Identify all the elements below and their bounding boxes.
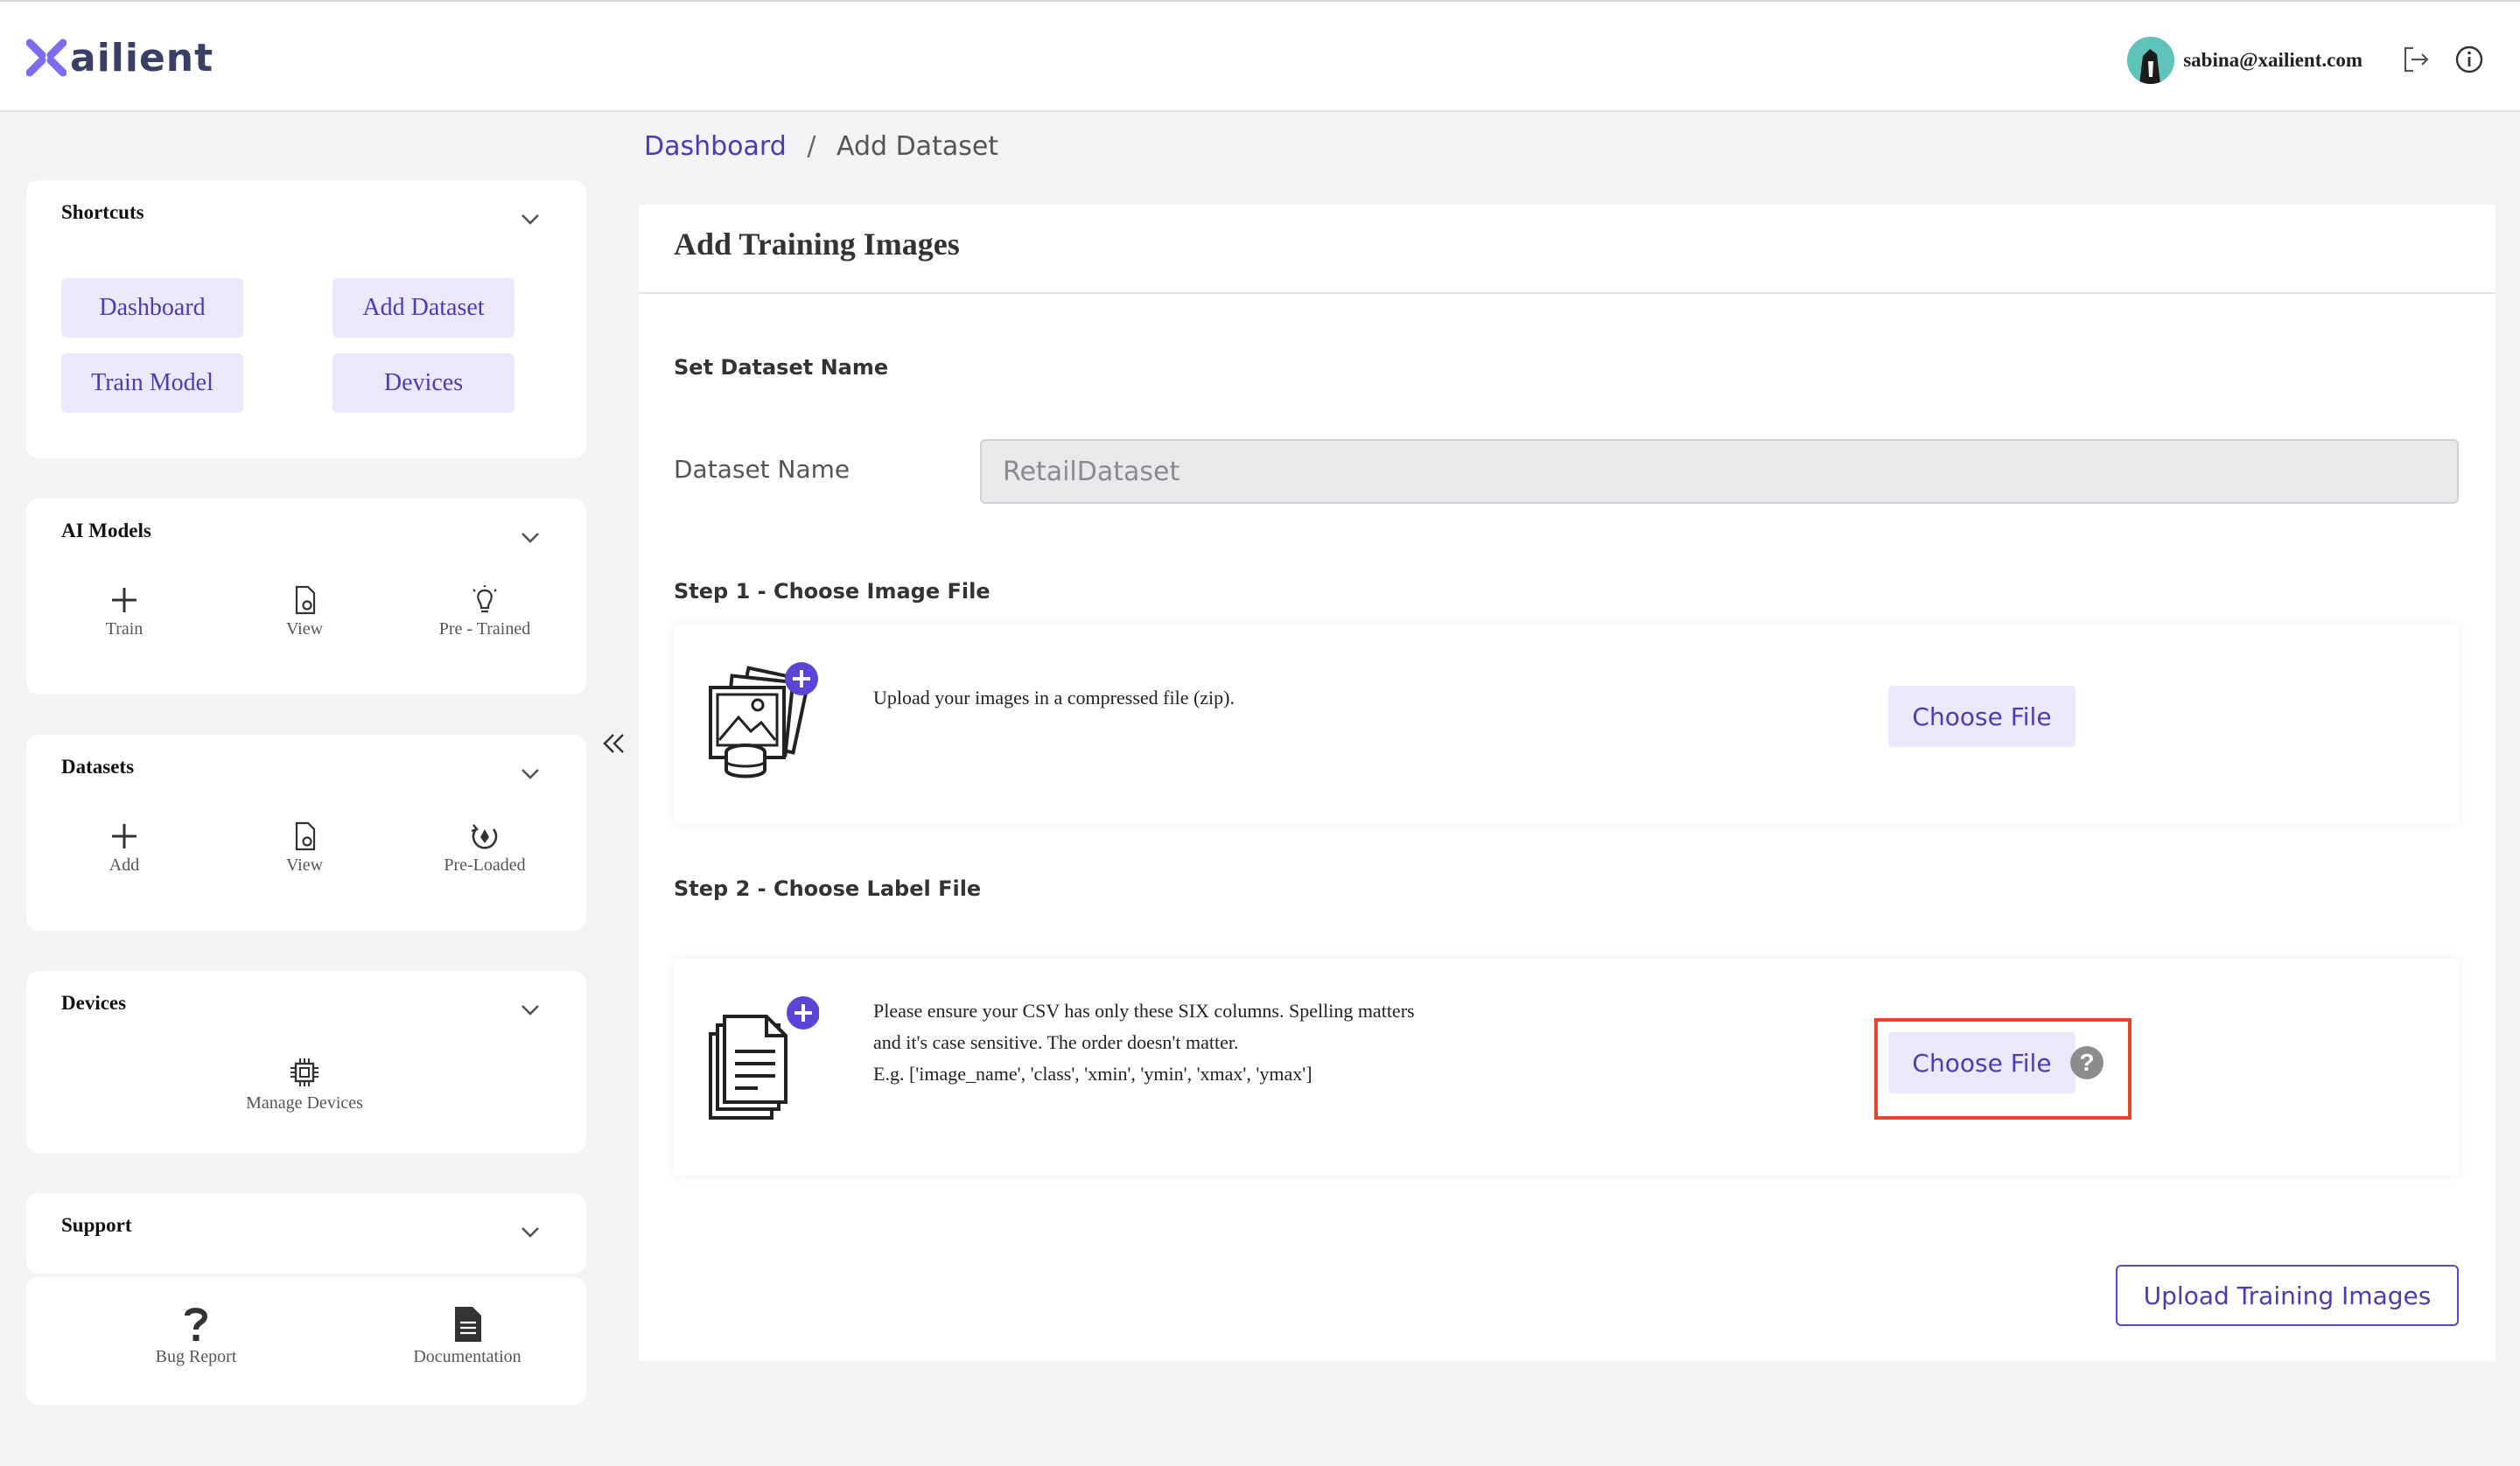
step2-label: Step 2 - Choose Label File [674, 876, 981, 901]
shortcut-devices-button[interactable]: Devices [332, 353, 514, 413]
dataset-name-value: RetailDataset [1003, 456, 1180, 487]
step1-title: - Choose Image File [750, 579, 990, 604]
devices-manage[interactable]: Manage Devices [217, 1055, 392, 1113]
datasets-add-label: Add [108, 855, 140, 875]
breadcrumb: Dashboard / Add Dataset [644, 131, 998, 162]
chip-icon [290, 1058, 318, 1086]
add-training-images-card: Add Training Images Set Dataset Name Dat… [639, 205, 2496, 1361]
step1-box: Upload your images in a compressed file … [674, 625, 2459, 824]
avatar[interactable] [2127, 37, 2175, 84]
datasets-add[interactable]: Add [37, 820, 212, 876]
chevron-down-icon[interactable] [518, 997, 542, 1022]
logo-text: ailient [70, 35, 214, 80]
datasets-preloaded[interactable]: Pre-Loaded [397, 820, 572, 876]
step2-description-line1: Please ensure your CSV has only these SI… [873, 1000, 1415, 1022]
datasets-title: Datasets [61, 756, 135, 778]
page-title: Add Training Images [674, 227, 960, 262]
step2-description-line3: E.g. ['image_name', 'class', 'xmin', 'ym… [873, 1063, 1312, 1085]
chevron-down-icon[interactable] [518, 761, 542, 785]
label-file-icon [709, 996, 819, 1120]
support-documentation[interactable]: Documentation [380, 1305, 555, 1367]
plus-icon [112, 588, 136, 612]
datasets-preloaded-label: Pre-Loaded [444, 855, 526, 875]
support-bug-report-label: Bug Report [155, 1347, 237, 1366]
upload-training-images-button[interactable]: Upload Training Images [2116, 1265, 2459, 1326]
support-title: Support [61, 1214, 132, 1236]
ai-models-train-label: Train [105, 619, 144, 639]
devices-title: Devices [61, 992, 127, 1014]
chevron-down-icon[interactable] [518, 525, 542, 549]
step1-prefix: Step 1 [674, 579, 751, 604]
step2-description: Please ensure your CSV has only these SI… [873, 995, 1415, 1090]
ai-models-title: AI Models [61, 520, 151, 541]
shortcuts-panel: Shortcuts Dashboard Add Dataset Train Mo… [26, 180, 586, 458]
shortcuts-title: Shortcuts [61, 201, 144, 223]
step2-description-line2: and it's case sensitive. The order doesn… [873, 1031, 1239, 1053]
datasets-view[interactable]: View [217, 820, 392, 876]
ai-models-pretrained-label: Pre - Trained [438, 619, 531, 639]
logo-x-icon [26, 38, 66, 77]
chevron-down-icon[interactable] [518, 1219, 542, 1244]
file-view-icon [295, 821, 316, 851]
support-items-panel: Bug Report Documentation [26, 1277, 586, 1405]
lightbulb-icon [472, 585, 497, 613]
user-menu[interactable]: sabina@xailient.com [2127, 37, 2362, 84]
datasets-panel: Datasets Add View Pre-Loaded [26, 735, 586, 931]
logout-icon[interactable] [2401, 44, 2432, 75]
info-icon[interactable] [2454, 44, 2485, 75]
breadcrumb-current: Add Dataset [836, 131, 999, 162]
file-view-icon [295, 585, 316, 615]
step2-prefix: Step 2 [674, 876, 751, 901]
top-bar: ailient sabina@xailient.com [0, 0, 2520, 112]
ai-models-view[interactable]: View [217, 584, 392, 639]
step1-choose-file-button[interactable]: Choose File [1888, 686, 2076, 747]
ai-models-panel: AI Models Train View Pre - Trained [26, 499, 586, 695]
support-bug-report[interactable]: Bug Report [108, 1305, 284, 1367]
support-panel: Support [26, 1193, 586, 1274]
collapse-sidebar-icon[interactable] [598, 728, 630, 759]
breadcrumb-dashboard-link[interactable]: Dashboard [644, 131, 787, 162]
logo[interactable]: ailient [26, 33, 214, 82]
highlight-box [1874, 1018, 2132, 1120]
shortcut-dashboard-button[interactable]: Dashboard [61, 278, 243, 338]
set-dataset-name-label: Set Dataset Name [674, 355, 889, 380]
chevron-down-icon[interactable] [518, 206, 542, 231]
support-documentation-label: Documentation [413, 1347, 522, 1366]
preloaded-icon [471, 824, 498, 849]
avatar-image [2127, 37, 2175, 84]
ai-models-view-label: View [285, 619, 324, 639]
devices-manage-label: Manage Devices [246, 1093, 363, 1113]
step2-box: Please ensure your CSV has only these SI… [674, 959, 2459, 1176]
shortcut-add-dataset-button[interactable]: Add Dataset [332, 278, 514, 338]
ai-models-pretrained[interactable]: Pre - Trained [397, 584, 572, 639]
step2-title: - Choose Label File [750, 876, 982, 901]
dataset-name-label: Dataset Name [674, 455, 850, 484]
step1-label: Step 1 - Choose Image File [674, 579, 990, 604]
breadcrumb-separator: / [807, 131, 816, 162]
plus-icon [112, 824, 136, 848]
title-divider [639, 292, 2496, 294]
devices-panel: Devices Manage Devices [26, 971, 586, 1153]
datasets-view-label: View [285, 855, 324, 875]
images-upload-icon [709, 662, 818, 778]
question-icon [185, 1308, 208, 1341]
user-email: sabina@xailient.com [2183, 49, 2362, 71]
ai-models-train[interactable]: Train [37, 584, 212, 639]
step1-description: Upload your images in a compressed file … [873, 687, 1235, 709]
dataset-name-field[interactable]: RetailDataset [980, 439, 2459, 504]
document-icon [455, 1307, 481, 1342]
shortcut-train-model-button[interactable]: Train Model [61, 353, 243, 413]
